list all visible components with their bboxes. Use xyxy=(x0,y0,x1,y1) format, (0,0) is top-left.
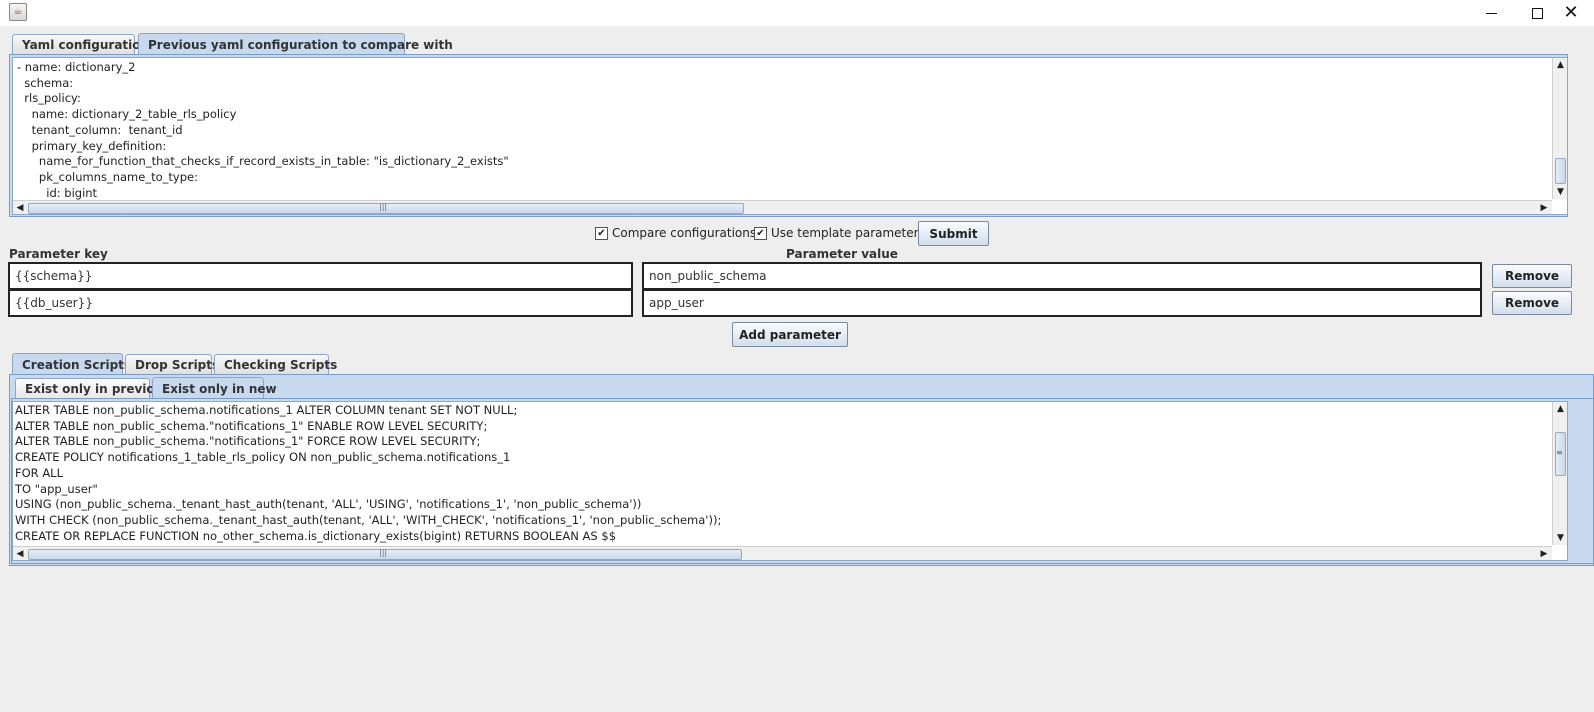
grip-icon: ||| xyxy=(379,202,388,211)
scripts-vertical-scrollbar[interactable]: ▲ ≡ ▼ xyxy=(1552,402,1567,545)
parameter-value-field[interactable]: non_public_schema xyxy=(642,262,1482,290)
grip-icon: ≡ xyxy=(1556,448,1563,457)
scroll-left-icon[interactable]: ◀ xyxy=(13,201,27,214)
yaml-line: name: dictionary_2_table_rls_policy xyxy=(17,107,237,122)
script-line: TO "app_user" xyxy=(15,481,98,496)
scripts-editor-text: ALTER TABLE non_public_schema.notificati… xyxy=(15,403,721,544)
script-line: ALTER TABLE non_public_schema."notificat… xyxy=(15,434,481,449)
parameter-value-field[interactable]: app_user xyxy=(642,289,1482,317)
tab-drop-scripts[interactable]: Drop Scripts xyxy=(125,354,219,375)
scroll-up-icon[interactable]: ▲ xyxy=(1553,58,1567,72)
yaml-line: - name: dictionary_2 xyxy=(17,60,136,74)
script-line: CREATE OR REPLACE FUNCTION no_other_sche… xyxy=(15,528,617,543)
yaml-line: tenant_column: tenant_id xyxy=(17,122,183,137)
script-line: ALTER TABLE non_public_schema."notificat… xyxy=(15,418,488,433)
script-line: FOR ALL xyxy=(15,465,63,480)
yaml-line: primary_key_definition: xyxy=(17,138,167,153)
yaml-line: rls_policy: xyxy=(17,91,81,106)
parameter-key-header: Parameter key xyxy=(9,247,108,261)
tab-exist-only-in-new[interactable]: Exist only in new xyxy=(152,377,277,399)
yaml-horizontal-scrollbar[interactable]: ◀ ||| ▶ xyxy=(13,200,1552,214)
add-parameter-button[interactable]: Add parameter xyxy=(732,322,848,347)
yaml-editor-text: - name: dictionary_2 schema: rls_policy:… xyxy=(17,60,509,201)
scroll-right-icon[interactable]: ▶ xyxy=(1537,547,1551,560)
close-button[interactable]: ✕ xyxy=(1548,0,1594,26)
scroll-down-icon[interactable]: ▼ xyxy=(1553,185,1567,199)
yaml-line: pk_columns_name_to_type: xyxy=(17,169,198,184)
script-line: WITH CHECK (non_public_schema._tenant_ha… xyxy=(15,512,722,527)
scroll-right-icon[interactable]: ▶ xyxy=(1537,201,1551,214)
yaml-line: name_for_function_that_checks_if_record_… xyxy=(17,154,509,169)
scroll-up-icon[interactable]: ▲ xyxy=(1553,402,1567,416)
use-template-parameters-option[interactable]: ✔ Use template parameters xyxy=(754,226,925,240)
java-cup-icon[interactable]: ☕ xyxy=(9,3,27,21)
tab-checking-scripts[interactable]: Checking Scripts xyxy=(214,354,337,375)
parameter-key-field[interactable]: {{db_user}} xyxy=(8,289,633,317)
use-template-parameters-checkbox[interactable]: ✔ xyxy=(754,226,767,240)
submit-button[interactable]: Submit xyxy=(918,221,989,246)
title-bar: ☕ ✕ xyxy=(0,0,1594,26)
yaml-vscroll-thumb[interactable] xyxy=(1555,158,1566,184)
tab-yaml-configuration[interactable]: Yaml configuration xyxy=(12,34,149,55)
script-line: CREATE POLICY notifications_1_table_rls_… xyxy=(15,450,511,465)
remove-parameter-button[interactable]: Remove xyxy=(1492,291,1572,315)
yaml-line: schema: xyxy=(17,75,74,90)
grip-icon: ||| xyxy=(379,548,388,557)
minimize-button[interactable] xyxy=(1468,0,1514,26)
scripts-editor[interactable]: ALTER TABLE non_public_schema.notificati… xyxy=(12,401,1568,561)
scroll-left-icon[interactable]: ◀ xyxy=(13,547,27,560)
minimize-icon xyxy=(1485,12,1497,14)
yaml-line: id: bigint xyxy=(17,185,98,200)
script-line: ALTER TABLE non_public_schema.notificati… xyxy=(15,403,518,417)
tab-creation-scripts[interactable]: Creation Scripts xyxy=(12,353,131,375)
use-template-parameters-label: Use template parameters xyxy=(771,226,925,240)
script-line: USING (non_public_schema._tenant_hast_au… xyxy=(15,497,642,512)
parameter-value-header: Parameter value xyxy=(786,247,898,261)
close-icon: ✕ xyxy=(1563,2,1579,23)
scripts-horizontal-scrollbar[interactable]: ◀ ||| ▶ xyxy=(13,546,1552,560)
tab-previous-yaml-configuration[interactable]: Previous yaml configuration to compare w… xyxy=(138,33,453,55)
compare-configurations-label: Compare configurations xyxy=(612,226,757,240)
scroll-down-icon[interactable]: ▼ xyxy=(1553,531,1567,545)
tab-exist-only-in-previous[interactable]: Exist only in previous xyxy=(15,378,170,399)
parameter-key-field[interactable]: {{schema}} xyxy=(8,262,633,290)
yaml-vertical-scrollbar[interactable]: ▲ ▼ xyxy=(1552,58,1567,199)
maximize-icon xyxy=(1531,7,1543,19)
yaml-editor[interactable]: - name: dictionary_2 schema: rls_policy:… xyxy=(12,57,1568,215)
compare-configurations-checkbox[interactable]: ✔ xyxy=(595,226,608,240)
remove-parameter-button[interactable]: Remove xyxy=(1492,264,1572,288)
compare-configurations-option[interactable]: ✔ Compare configurations xyxy=(595,226,756,240)
